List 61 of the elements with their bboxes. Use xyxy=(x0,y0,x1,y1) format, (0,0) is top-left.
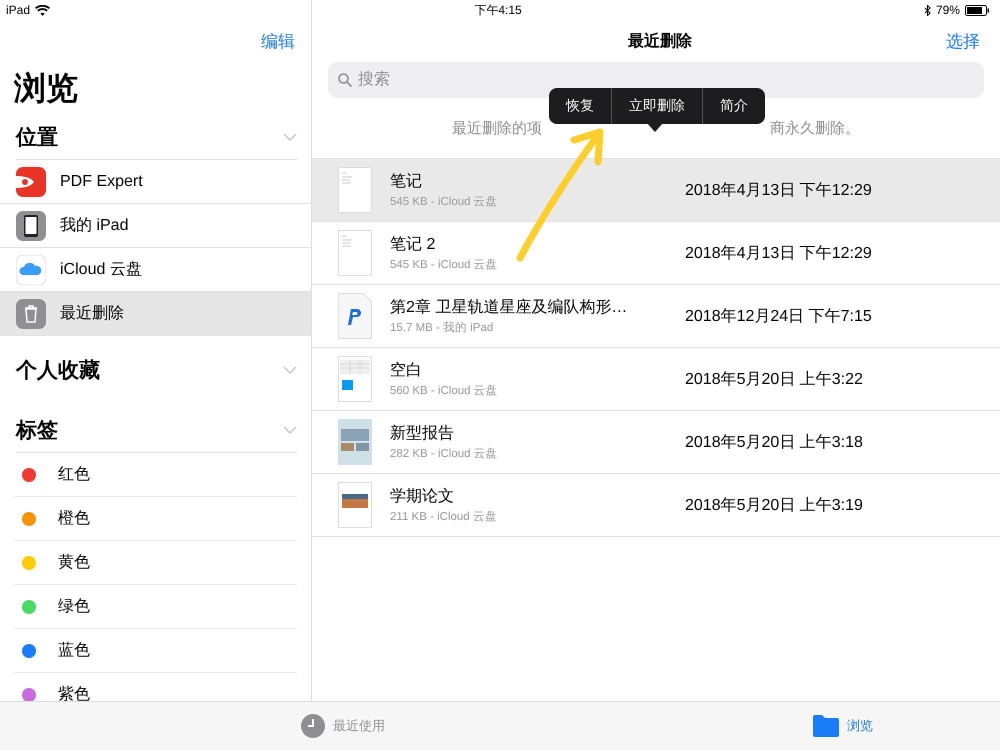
location-item[interactable]: PDF Expert xyxy=(0,160,311,203)
report-thumbnail xyxy=(338,419,372,465)
file-meta: 211 KB - iCloud 云盘 xyxy=(390,510,498,524)
section-title: 标签 xyxy=(16,418,58,444)
clock-icon xyxy=(301,714,325,738)
search-field[interactable]: 搜索 xyxy=(328,62,984,98)
sidebar-title: 浏览 xyxy=(14,69,79,108)
file-meta: 560 KB - iCloud 云盘 xyxy=(390,384,499,398)
file-date: 2018年5月20日 上午3:22 xyxy=(685,370,863,390)
tag-label[interactable]: 黄色 xyxy=(58,552,90,573)
file-date: 2018年5月20日 上午3:19 xyxy=(685,496,863,516)
tag-label[interactable]: 紫色 xyxy=(58,684,90,701)
file-date: 2018年5月20日 上午3:18 xyxy=(685,432,863,452)
document-thumbnail xyxy=(338,293,372,339)
file-date: 2018年12月24日 下午7:15 xyxy=(685,306,872,326)
battery-percent: 79% xyxy=(936,3,960,17)
document-thumbnail xyxy=(338,167,372,213)
chevron-icon[interactable] xyxy=(283,366,297,374)
trash-icon xyxy=(16,298,46,328)
edit-button[interactable]: 编辑 xyxy=(261,30,295,53)
location-item[interactable]: 我的 iPad xyxy=(0,204,311,247)
file-row[interactable]: 笔记 545 KB - iCloud 云盘 2018年4月13日 下午12:29 xyxy=(312,159,1000,222)
tag-label[interactable]: 红色 xyxy=(58,464,90,485)
chevron-icon[interactable] xyxy=(283,426,297,434)
app-icon xyxy=(16,166,46,196)
battery-icon xyxy=(964,4,990,16)
file-row[interactable]: 第2章 卫星轨道星座及编队构形… 15.7 MB - 我的 iPad 2018年12月24日 下午7:15 xyxy=(312,285,1000,348)
status-time: 下午4:15 xyxy=(474,2,522,18)
file-meta: 545 KB - iCloud 云盘 xyxy=(390,194,499,209)
device-name: iPad xyxy=(6,3,30,17)
spreadsheet-thumbnail xyxy=(338,356,372,402)
file-row[interactable]: 笔记 2 545 KB - iCloud 云盘 2018年4月13日 下午12:29 xyxy=(312,222,1000,285)
location-item[interactable]: iCloud 云盘 xyxy=(0,248,311,291)
paper-thumbnail xyxy=(338,482,372,528)
file-date: 2018年4月13日 下午12:29 xyxy=(685,244,872,264)
wifi-icon xyxy=(35,4,50,16)
location-item[interactable]: 最近删除 xyxy=(0,292,311,335)
tablet-icon xyxy=(16,210,46,240)
file-row[interactable]: 学期论文 211 KB - iCloud 云盘 2018年5月20日 上午3:19 xyxy=(312,474,1000,537)
file-row[interactable]: 空白 560 KB - iCloud 云盘 2018年5月20日 上午3:22 xyxy=(312,348,1000,411)
cloud-icon xyxy=(16,254,46,284)
tag-label[interactable]: 绿色 xyxy=(58,596,90,617)
file-meta: 545 KB - iCloud 云盘 xyxy=(390,258,499,272)
menu-item[interactable]: 简介 xyxy=(702,88,765,124)
chevron-icon[interactable] xyxy=(283,133,297,141)
file-meta: 282 KB - iCloud 云盘 xyxy=(390,446,499,461)
page-title: 最近删除 xyxy=(628,31,692,52)
tag-label[interactable]: 蓝色 xyxy=(58,640,90,661)
tag-label[interactable]: 橙色 xyxy=(58,508,90,529)
bluetooth-icon xyxy=(924,4,931,16)
section-title: 个人收藏 xyxy=(16,358,100,384)
file-meta: 15.7 MB - 我的 iPad xyxy=(390,320,494,335)
file-row[interactable]: 新型报告 282 KB - iCloud 云盘 2018年5月20日 上午3:18 xyxy=(312,411,1000,474)
file-date: 2018年4月13日 下午12:29 xyxy=(685,180,872,200)
select-button[interactable]: 选择 xyxy=(946,30,980,52)
info-text: 商永久删除。 xyxy=(770,118,860,138)
tab-bar-item[interactable]: 浏览 xyxy=(686,702,1000,750)
folder-icon xyxy=(813,715,839,737)
info-text: 最近删除的项 xyxy=(452,118,542,138)
section-title: 位置 xyxy=(16,125,58,151)
document-thumbnail xyxy=(338,230,372,276)
